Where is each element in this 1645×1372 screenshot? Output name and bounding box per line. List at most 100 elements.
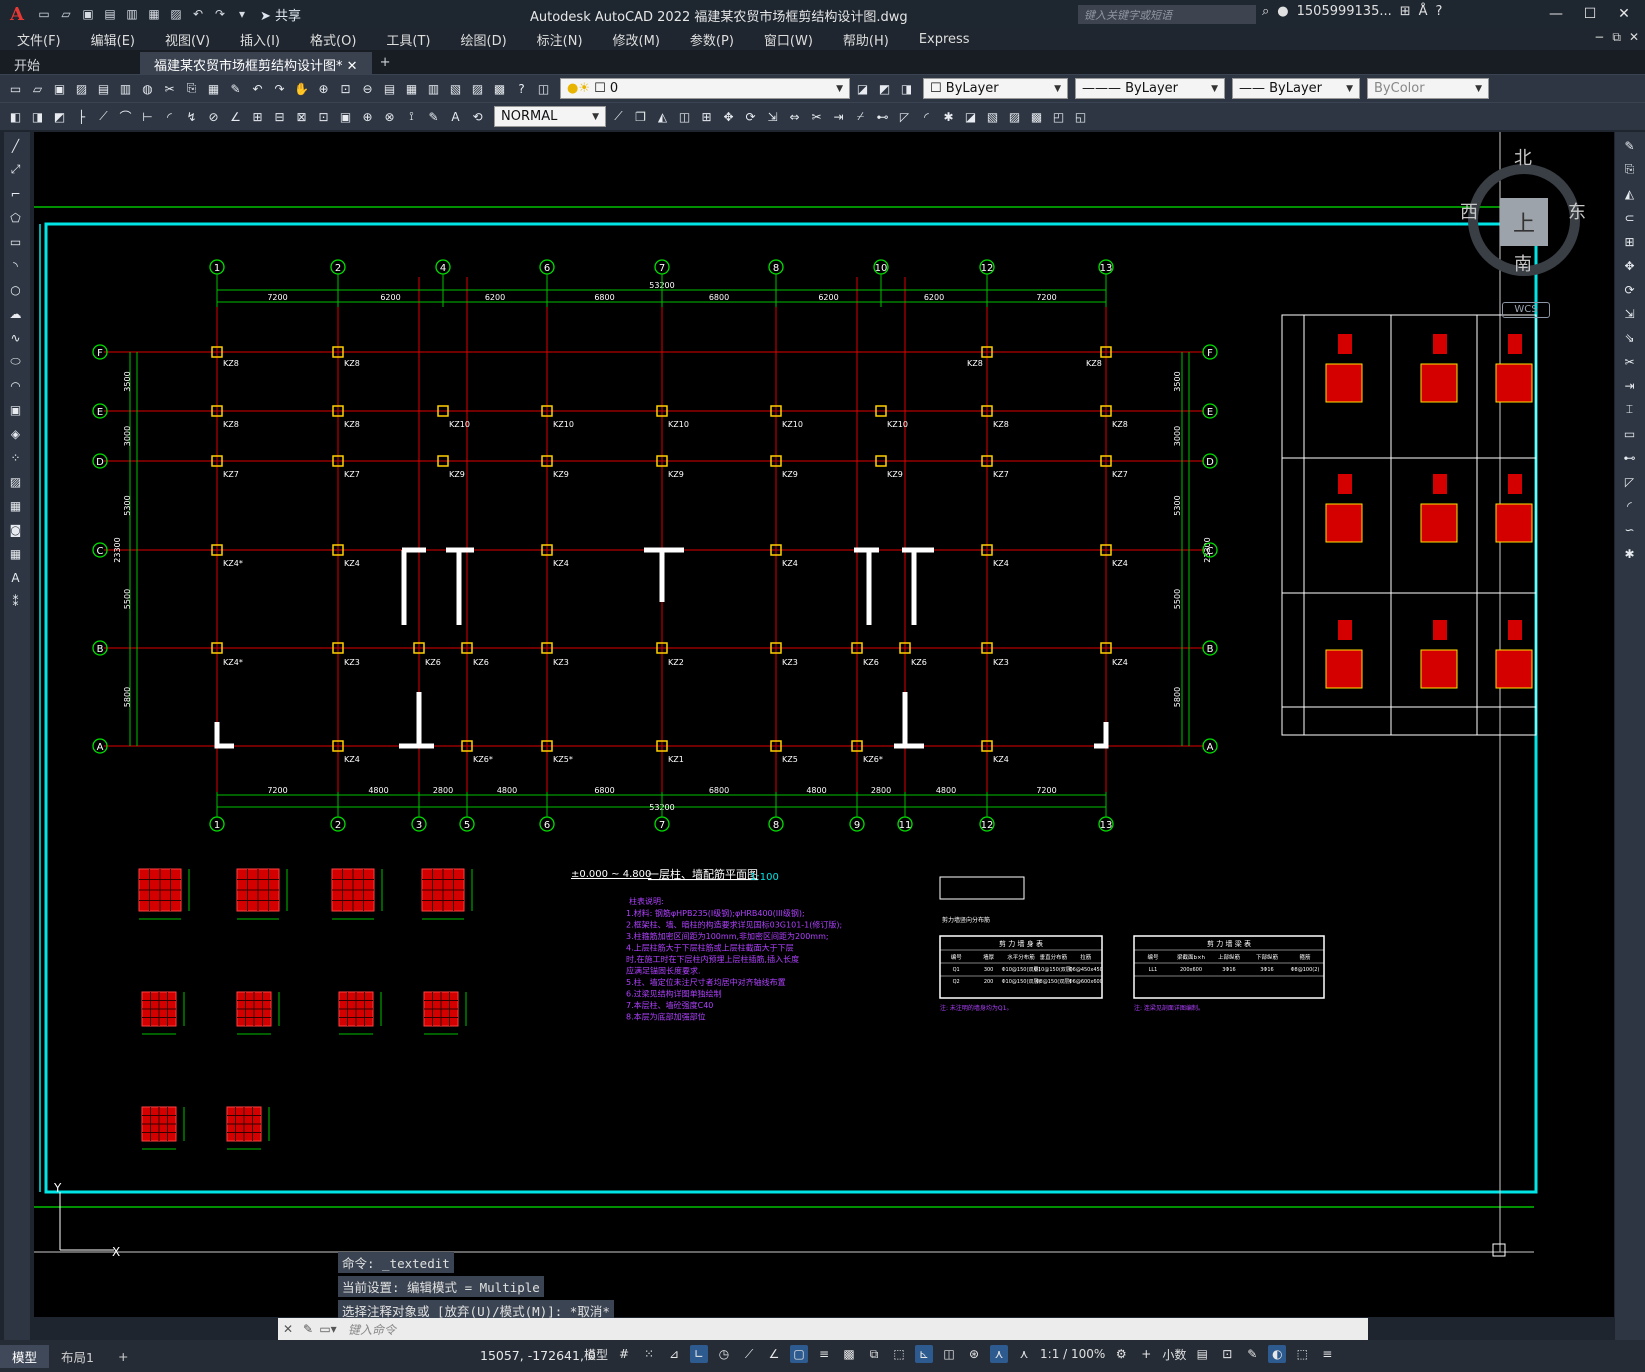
layer-properties-icon[interactable]: ◫ <box>534 79 553 98</box>
menu-format[interactable]: 格式(O) <box>293 30 369 49</box>
line-icon[interactable]: ╱ <box>6 136 25 155</box>
isodraft-icon[interactable]: ⟋ <box>740 1345 758 1363</box>
undo-icon[interactable]: ↶ <box>188 4 208 24</box>
qnew-icon[interactable]: ▭ <box>6 79 25 98</box>
lineweight-dropdown[interactable]: —— ByLayer ▼ <box>1232 78 1360 99</box>
coordinates-readout[interactable]: 15057, -172641, 0 <box>480 1348 596 1363</box>
transparency-icon[interactable]: ▩ <box>840 1345 858 1363</box>
stretch-icon[interactable]: ⇘ <box>1620 328 1639 347</box>
close-button[interactable]: ✕ <box>1607 2 1641 26</box>
fillet-icon[interactable]: ◜ <box>1620 496 1639 515</box>
baseline-dim-icon[interactable]: ⊟ <box>270 107 289 126</box>
offset-icon[interactable]: ⊂ <box>1620 208 1639 227</box>
extend-icon[interactable]: ⇥ <box>1620 376 1639 395</box>
hatch-icon[interactable]: ▨ <box>6 472 25 491</box>
gizmo-icon[interactable]: ⊛ <box>965 1345 983 1363</box>
plot-icon-2[interactable]: ▨ <box>72 79 91 98</box>
user-account[interactable]: 1505999135... <box>1297 4 1392 19</box>
layer-state-icon[interactable]: ◨ <box>897 79 916 98</box>
scale-icon[interactable]: ⇲ <box>1620 304 1639 323</box>
copy-object-icon[interactable]: ⎘ <box>1620 160 1639 179</box>
circle-icon[interactable]: ○ <box>6 280 25 299</box>
tab-close-icon[interactable]: ✕ <box>347 59 358 74</box>
angular-dim-icon[interactable]: ∠ <box>226 107 245 126</box>
tab-layout1[interactable]: 布局1 <box>49 1345 106 1368</box>
customization-icon[interactable]: ≡ <box>1318 1345 1336 1363</box>
color-dropdown[interactable]: ☐ ByLayer ▼ <box>923 78 1068 99</box>
zoom-previous-icon[interactable]: ⊖ <box>358 79 377 98</box>
doc-minimize-button[interactable]: − <box>1594 30 1604 45</box>
help-icon[interactable]: ? <box>512 79 531 98</box>
properties-icon[interactable]: ▤ <box>380 79 399 98</box>
viewcube[interactable]: 上 北 南 东 西 <box>1460 148 1590 290</box>
gradient-icon[interactable]: ▦ <box>6 496 25 515</box>
plot-icon[interactable]: ▨ <box>166 4 186 24</box>
modify-fillet-icon[interactable]: ◜ <box>917 107 936 126</box>
pan-icon[interactable]: ✋ <box>292 79 311 98</box>
cart-icon[interactable]: ⊞ <box>1400 4 1411 19</box>
dimstyle-dropdown[interactable]: NORMAL ▼ <box>494 106 606 127</box>
menu-window[interactable]: 窗口(W) <box>747 30 826 49</box>
redo-icon[interactable]: ↷ <box>210 4 230 24</box>
viewcube-south[interactable]: 南 <box>1514 250 1532 276</box>
spline-icon[interactable]: ∿ <box>6 328 25 347</box>
draworder-icon[interactable]: ◪ <box>961 107 980 126</box>
dynamic-ucs-icon[interactable]: ⊾ <box>915 1345 934 1363</box>
insert-block-icon[interactable]: ▣ <box>6 400 25 419</box>
sheetset-icon[interactable]: ▧ <box>446 79 465 98</box>
graphics-performance-icon[interactable]: ◐ <box>1268 1345 1287 1363</box>
add-layout-button[interactable]: + <box>106 1347 140 1366</box>
diameter-dim-icon[interactable]: ⊘ <box>204 107 223 126</box>
blend-icon[interactable]: ∽ <box>1620 520 1639 539</box>
save-icon[interactable]: ▣ <box>78 4 98 24</box>
add-selected-icon[interactable]: ⁑ <box>6 592 25 611</box>
toolpalette-icon[interactable]: ▥ <box>424 79 443 98</box>
dimtedit-icon[interactable]: A <box>446 107 465 126</box>
menu-edit[interactable]: 编辑(E) <box>74 30 148 49</box>
revcloud-icon[interactable]: ☁ <box>6 304 25 323</box>
infer-constraints-icon[interactable]: ⊿ <box>665 1345 683 1363</box>
modify-trim-icon[interactable]: ✂ <box>807 107 826 126</box>
mtext-icon[interactable]: A <box>6 568 25 587</box>
make-current-layer-icon[interactable]: ◪ <box>853 79 872 98</box>
model-space-toggle[interactable]: 模型 <box>584 1346 608 1363</box>
ungroup-icon[interactable]: ▨ <box>1005 107 1024 126</box>
menu-tools[interactable]: 工具(T) <box>369 30 443 49</box>
array-icon[interactable]: ⊞ <box>1620 232 1639 251</box>
qselect-icon[interactable]: ◧ <box>6 107 25 126</box>
dimstyle-manager-icon[interactable]: ⟋ <box>609 107 628 126</box>
ortho-icon[interactable]: ∟ <box>690 1345 709 1363</box>
point-icon[interactable]: ⁘ <box>6 448 25 467</box>
matchprop-icon[interactable]: ✎ <box>226 79 245 98</box>
minimize-button[interactable]: — <box>1539 2 1573 26</box>
make-block-icon[interactable]: ◈ <box>6 424 25 443</box>
linear-dim-icon[interactable]: ├ <box>72 107 91 126</box>
inspect-icon[interactable]: ⊗ <box>380 107 399 126</box>
table-icon[interactable]: ▦ <box>6 544 25 563</box>
modify-stretch-icon[interactable]: ⇔ <box>785 107 804 126</box>
group-icon[interactable]: ▧ <box>983 107 1002 126</box>
modify-rotate-icon[interactable]: ⟳ <box>741 107 760 126</box>
tab-start[interactable]: 开始 <box>0 52 140 74</box>
arc-icon[interactable]: ◝ <box>6 256 25 275</box>
modify-extend-icon[interactable]: ⇥ <box>829 107 848 126</box>
3dprint-icon[interactable]: ◍ <box>138 79 157 98</box>
modify-move-icon[interactable]: ✥ <box>719 107 738 126</box>
annotation-visibility-icon[interactable]: ⋏ <box>990 1345 1009 1363</box>
modify-copy-icon[interactable]: ❐ <box>631 107 650 126</box>
help-button[interactable]: ? <box>1436 4 1443 19</box>
viewcube-east[interactable]: 东 <box>1568 198 1586 224</box>
menu-file[interactable]: 文件(F) <box>0 30 74 49</box>
block-insert-icon[interactable]: ▩ <box>1027 107 1046 126</box>
lineweight-icon[interactable]: ≡ <box>815 1345 833 1363</box>
erase-icon[interactable]: ✎ <box>1620 136 1639 155</box>
arc-dim-icon[interactable]: ⌒ <box>116 107 135 126</box>
plotstyle-dropdown[interactable]: ByColor ▼ <box>1367 78 1489 99</box>
designcenter-icon[interactable]: ▦ <box>402 79 421 98</box>
grid-icon[interactable]: # <box>615 1345 633 1363</box>
center-mark-icon[interactable]: ⊕ <box>358 107 377 126</box>
autocad-logo-icon[interactable]: A <box>0 0 34 28</box>
viewcube-top-face[interactable]: 上 <box>1500 198 1548 246</box>
viewcube-north[interactable]: 北 <box>1514 144 1532 170</box>
menu-help[interactable]: 帮助(H) <box>826 30 902 49</box>
